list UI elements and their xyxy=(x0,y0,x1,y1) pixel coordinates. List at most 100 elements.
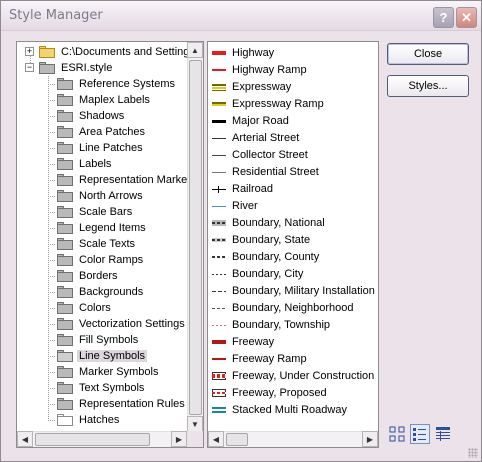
symbol-list-item[interactable]: Expressway Ramp xyxy=(212,95,324,112)
view-large-icons-button[interactable] xyxy=(387,424,407,444)
tree-connector xyxy=(48,84,56,85)
scroll-right-icon[interactable]: ▶ xyxy=(171,431,187,447)
tree-node-style-class[interactable]: Reference Systems xyxy=(48,76,177,92)
folder-icon xyxy=(57,222,73,234)
symbol-list-item[interactable]: Boundary, National xyxy=(212,214,325,231)
window-title: Style Manager xyxy=(9,8,103,23)
symbol-list-item[interactable]: Highway Ramp xyxy=(212,61,307,78)
line-symbol-preview-icon xyxy=(212,252,226,262)
tree-label: Representation Markers xyxy=(79,174,197,186)
tree-node-style-class[interactable]: Hatches xyxy=(48,412,121,428)
scroll-up-icon[interactable]: ▲ xyxy=(187,42,203,58)
scroll-left-icon[interactable]: ◀ xyxy=(208,431,224,447)
tree-node-documents[interactable]: + C:\Documents and Settings xyxy=(25,44,197,60)
folder-icon xyxy=(57,94,73,106)
help-button[interactable]: ? xyxy=(433,7,454,28)
symbol-list-item[interactable]: Freeway Ramp xyxy=(212,350,307,367)
tree-node-style-class[interactable]: Representation Rules xyxy=(48,396,187,412)
symbol-list-item[interactable]: Railroad xyxy=(212,180,273,197)
symbol-label: Freeway Ramp xyxy=(232,352,307,365)
style-manager-window: Style Manager ? ✕ + C:\Documents and Set… xyxy=(0,0,482,462)
close-button[interactable]: Close xyxy=(387,43,469,65)
folder-icon xyxy=(57,142,73,154)
tree-node-style-class[interactable]: Legend Items xyxy=(48,220,148,236)
tree-node-style-class[interactable]: Representation Markers xyxy=(48,172,198,188)
line-symbol-preview-icon xyxy=(212,201,226,211)
scroll-thumb[interactable] xyxy=(226,433,248,446)
symbol-list[interactable]: Highway Highway Ramp Expressway Expressway … xyxy=(207,41,379,448)
tree-connector xyxy=(48,356,56,357)
close-window-button[interactable]: ✕ xyxy=(456,7,477,28)
tree-node-esri-style[interactable]: − ESRI.style xyxy=(25,60,114,76)
tree-label: Scale Texts xyxy=(79,238,136,250)
tree-node-style-class[interactable]: Vectorization Settings xyxy=(48,316,187,332)
expand-icon[interactable]: + xyxy=(25,47,34,56)
symbol-list-item[interactable]: Boundary, Neighborhood xyxy=(212,299,354,316)
symbol-list-item[interactable]: Collector Street xyxy=(212,146,308,163)
symbol-list-item[interactable]: Major Road xyxy=(212,112,289,129)
line-symbol-preview-icon xyxy=(212,133,226,143)
tree-node-style-class[interactable]: Borders xyxy=(48,268,120,284)
view-details-button[interactable] xyxy=(433,424,453,444)
tree-label: Backgrounds xyxy=(79,286,144,298)
tree-node-style-class[interactable]: Colors xyxy=(48,300,113,316)
line-symbol-preview-icon xyxy=(212,303,226,313)
line-symbol-preview-icon xyxy=(212,371,226,381)
symbol-label: Boundary, City xyxy=(232,267,304,280)
tree-node-style-class[interactable]: Area Patches xyxy=(48,124,147,140)
tree-node-style-class[interactable]: North Arrows xyxy=(48,188,145,204)
resize-grip[interactable] xyxy=(468,448,478,458)
symbol-horizontal-scrollbar[interactable]: ◀ ▶ xyxy=(208,431,378,447)
tree-node-style-class[interactable]: Shadows xyxy=(48,108,126,124)
line-symbol-preview-icon xyxy=(212,235,226,245)
styles-button[interactable]: Styles... xyxy=(387,75,469,97)
symbol-list-item[interactable]: River xyxy=(212,197,258,214)
tree-connector xyxy=(48,228,56,229)
tree-label: Borders xyxy=(79,270,118,282)
symbol-list-item[interactable]: Boundary, Military Installation xyxy=(212,282,375,299)
symbol-list-item[interactable]: Freeway, Under Construction xyxy=(212,367,374,384)
scroll-down-icon[interactable]: ▼ xyxy=(187,416,203,432)
view-list-button[interactable] xyxy=(410,424,430,444)
title-bar: Style Manager ? ✕ xyxy=(1,1,481,31)
tree-node-style-class[interactable]: Line Patches xyxy=(48,140,145,156)
tree-horizontal-scrollbar[interactable]: ◀ ▶ xyxy=(17,431,187,447)
symbol-list-item[interactable]: Arterial Street xyxy=(212,129,299,146)
tree-node-style-class[interactable]: Scale Texts xyxy=(48,236,137,252)
symbol-list-item[interactable]: Expressway xyxy=(212,78,291,95)
line-symbol-preview-icon xyxy=(212,184,226,194)
tree-node-style-class[interactable]: Marker Symbols xyxy=(48,364,160,380)
folder-icon xyxy=(57,270,73,282)
scroll-right-icon[interactable]: ▶ xyxy=(362,431,378,447)
symbol-list-item[interactable]: Stacked Multi Roadway xyxy=(212,401,347,418)
tree-node-style-class[interactable]: Color Ramps xyxy=(48,252,145,268)
line-symbol-preview-icon xyxy=(212,82,226,92)
tree-node-style-class[interactable]: Fill Symbols xyxy=(48,332,140,348)
collapse-icon[interactable]: − xyxy=(25,63,34,72)
style-tree[interactable]: + C:\Documents and Settings − ESRI.style… xyxy=(16,41,204,448)
symbol-label: Stacked Multi Roadway xyxy=(232,403,347,416)
tree-node-style-class[interactable]: Backgrounds xyxy=(48,284,145,300)
folder-icon xyxy=(57,366,73,378)
scroll-thumb[interactable] xyxy=(189,60,202,415)
line-symbol-preview-icon xyxy=(212,337,226,347)
symbol-label: Expressway Ramp xyxy=(232,97,324,110)
tree-node-style-class[interactable]: Scale Bars xyxy=(48,204,134,220)
tree-node-style-class[interactable]: Maplex Labels xyxy=(48,92,152,108)
tree-node-style-class[interactable]: Text Symbols xyxy=(48,380,146,396)
symbol-list-item[interactable]: Boundary, State xyxy=(212,231,310,248)
tree-node-style-class[interactable]: Labels xyxy=(48,156,113,172)
line-symbol-preview-icon xyxy=(212,48,226,58)
symbol-list-item[interactable]: Freeway xyxy=(212,333,274,350)
tree-node-style-class[interactable]: Line Symbols xyxy=(48,348,148,364)
symbol-list-item[interactable]: Boundary, City xyxy=(212,265,303,282)
tree-vertical-scrollbar[interactable]: ▲ ▼ xyxy=(187,42,203,432)
scroll-left-icon[interactable]: ◀ xyxy=(17,431,33,447)
symbol-list-item[interactable]: Highway xyxy=(212,44,274,61)
scroll-thumb[interactable] xyxy=(35,433,150,446)
symbol-list-item[interactable]: Freeway, Proposed xyxy=(212,384,327,401)
symbol-list-item[interactable]: Residential Street xyxy=(212,163,319,180)
symbol-list-item[interactable]: Boundary, County xyxy=(212,248,319,265)
tree-label: Scale Bars xyxy=(79,206,133,218)
symbol-list-item[interactable]: Boundary, Township xyxy=(212,316,330,333)
